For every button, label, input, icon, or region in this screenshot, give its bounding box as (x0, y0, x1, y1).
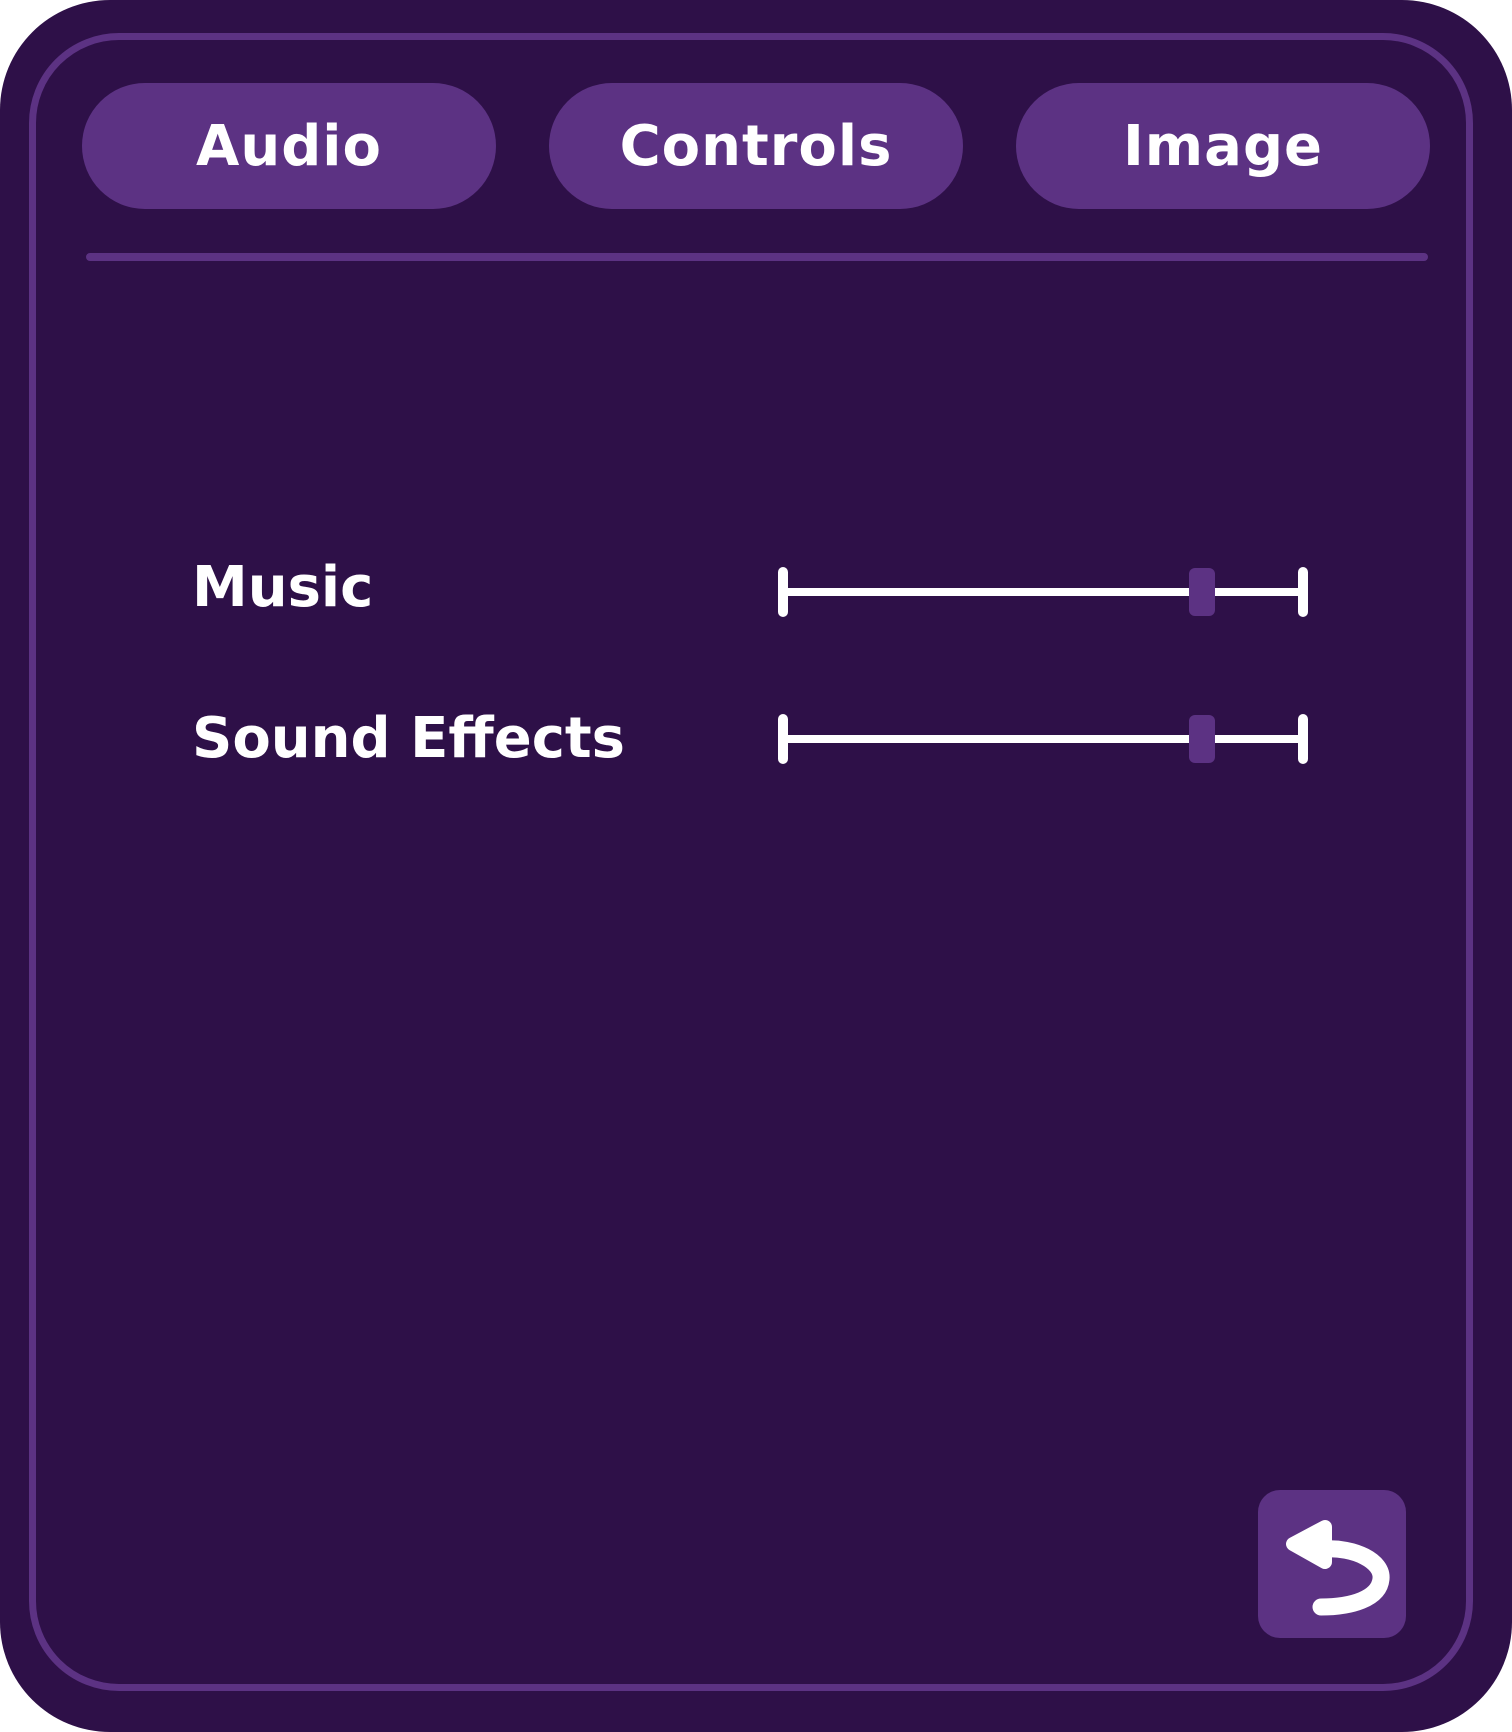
sound-effects-slider-track[interactable] (778, 735, 1308, 743)
tab-audio[interactable]: Audio (82, 83, 496, 209)
tab-controls[interactable]: Controls (549, 83, 963, 209)
sound-effects-slider[interactable] (778, 714, 1308, 764)
undo-arrow-icon (1286, 1520, 1390, 1616)
music-slider-max-cap (1298, 567, 1308, 617)
sound-effects-slider-thumb[interactable] (1189, 715, 1215, 763)
music-slider-track[interactable] (778, 588, 1308, 596)
panel-border (29, 33, 1473, 1691)
tab-image[interactable]: Image (1016, 83, 1430, 209)
music-slider-thumb[interactable] (1189, 568, 1215, 616)
settings-panel: Audio Controls Image Music Sound Effects (0, 0, 1512, 1732)
sound-effects-slider-max-cap (1298, 714, 1308, 764)
back-button[interactable] (1258, 1490, 1406, 1638)
music-slider-min-cap (778, 567, 788, 617)
sound-effects-slider-min-cap (778, 714, 788, 764)
music-slider[interactable] (778, 567, 1308, 617)
music-label: Music (192, 555, 374, 620)
sound-effects-label: Sound Effects (192, 706, 626, 771)
tab-divider (86, 253, 1428, 261)
